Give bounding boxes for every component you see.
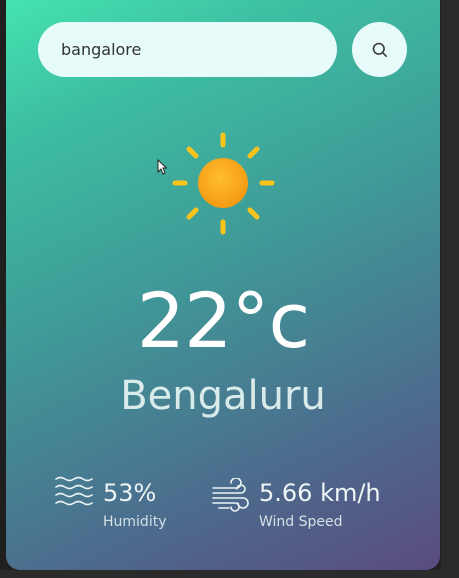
window-bottom-edge	[0, 570, 459, 578]
temperature: 22°c	[136, 276, 311, 365]
weather-card: 22°c Bengaluru 53% Humidity 5.66 km/h Wi…	[6, 0, 440, 570]
humidity-waves-icon	[55, 476, 93, 506]
search-input[interactable]	[61, 40, 311, 59]
search-field[interactable]	[38, 22, 337, 77]
city-name: Bengaluru	[120, 373, 326, 419]
mouse-cursor-icon	[157, 159, 167, 175]
wind-icon	[212, 478, 249, 512]
search-button[interactable]	[352, 22, 407, 77]
sun-icon	[172, 132, 275, 235]
humidity-value: 53%	[103, 479, 157, 507]
window-edge	[441, 0, 459, 578]
humidity-label: Humidity	[103, 514, 167, 530]
wind-speed-value: 5.66 km/h	[259, 479, 381, 507]
search-icon	[372, 42, 387, 57]
wind-speed-label: Wind Speed	[259, 514, 343, 530]
